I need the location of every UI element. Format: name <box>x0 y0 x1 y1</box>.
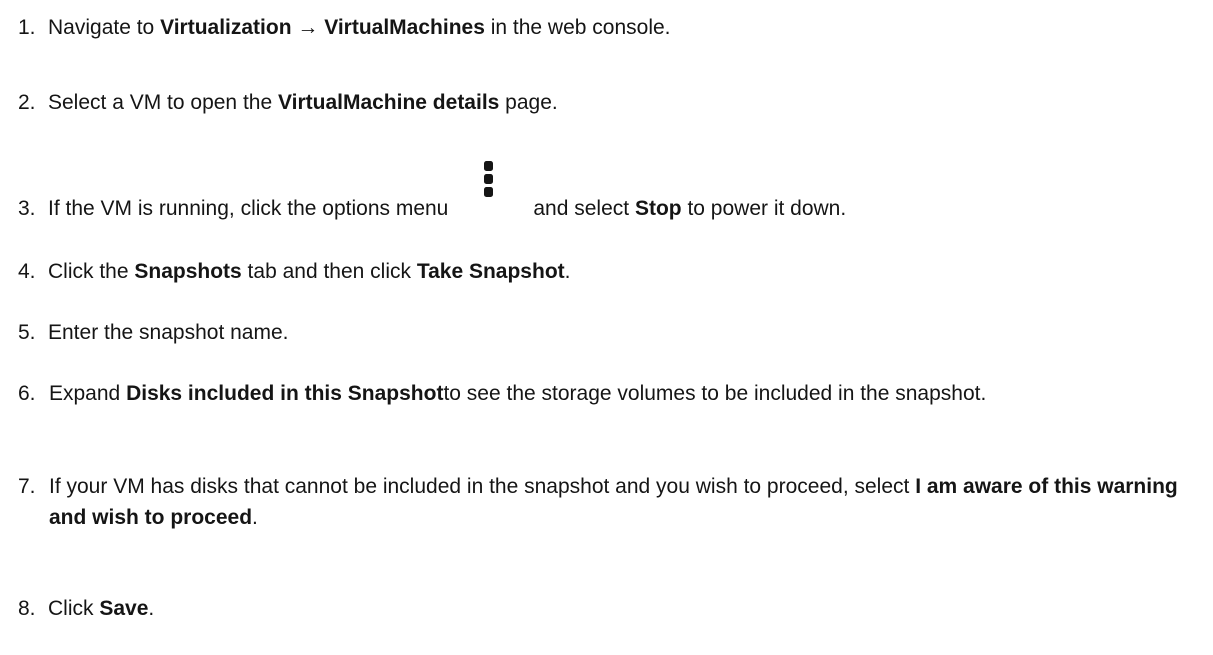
step-text: If the VM is running, click the options … <box>48 197 449 220</box>
step-8: 8. Click Save. <box>18 593 1193 624</box>
step-text: and select <box>533 197 635 220</box>
step-2: 2. Select a VM to open the VirtualMachine… <box>18 87 1193 118</box>
step-5: 5. Enter the snapshot name. <box>18 317 1193 348</box>
tab-name: Snapshots <box>134 260 242 283</box>
step-text: page. <box>499 91 558 114</box>
step-text: to power it down. <box>681 197 847 220</box>
section-name: Disks included in this Snapshot <box>126 382 444 405</box>
step-text: Click <box>48 597 100 620</box>
action-name: Stop <box>634 197 682 220</box>
step-number: 6. <box>18 382 36 405</box>
step-text: tab and then click <box>241 260 417 283</box>
step-text: Enter the snapshot name. <box>48 321 289 344</box>
step-4: 4. Click the Snapshots tab and then click… <box>18 256 1193 287</box>
step-1: 1. Navigate to Virtualization → VirtualMa… <box>18 12 1193 43</box>
button-name: Take Snapshot <box>416 260 565 283</box>
step-text: Click the <box>48 260 135 283</box>
step-number: 3. <box>18 197 36 220</box>
kebab-options-icon <box>448 161 533 215</box>
step-7: 7. If your VM has disks that cannot be in… <box>18 471 1193 533</box>
step-number: 8. <box>18 597 36 620</box>
step-number: 1. <box>18 16 36 39</box>
step-3: 3. If the VM is running, click the option… <box>18 161 1193 224</box>
step-text: to see the storage volumes to be include… <box>443 382 987 405</box>
step-text: Navigate to <box>48 16 161 39</box>
step-text: in the web console. <box>484 16 671 39</box>
step-number: 4. <box>18 260 36 283</box>
step-6: 6. Expand Disks included in this Snapshot… <box>18 378 1193 409</box>
step-text: . <box>252 506 258 529</box>
step-text: . <box>148 597 155 620</box>
step-text: . <box>564 260 571 283</box>
button-name: Save <box>99 597 149 620</box>
menu-path: Virtualization → VirtualMachines <box>160 16 485 39</box>
step-number: 2. <box>18 91 36 114</box>
step-text: Expand <box>49 382 127 405</box>
page-name: VirtualMachine details <box>277 91 500 114</box>
step-number: 7. <box>18 475 36 498</box>
step-number: 5. <box>18 321 36 344</box>
step-text: If your VM has disks that cannot be incl… <box>49 475 916 498</box>
step-text: Select a VM to open the <box>48 91 278 114</box>
